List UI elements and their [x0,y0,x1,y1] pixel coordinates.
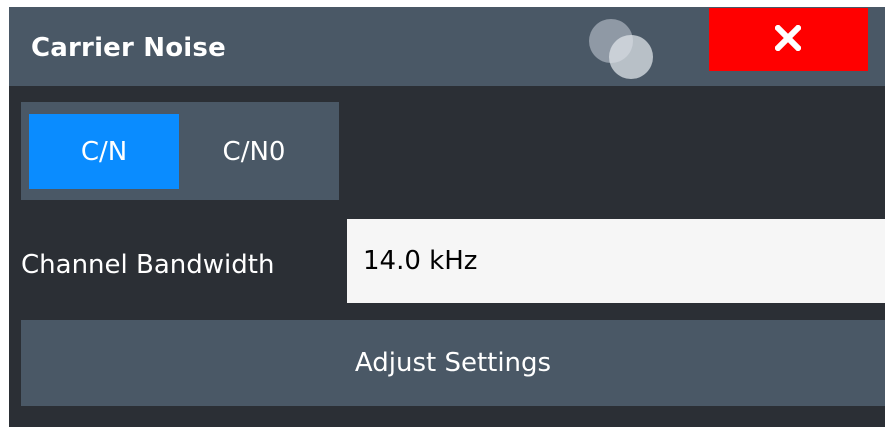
carrier-noise-dialog: Carrier Noise C/N C/N0 Channel Bandwidth… [9,7,885,427]
close-icon [775,25,801,51]
dialog-titlebar[interactable]: Carrier Noise [9,7,885,86]
close-button[interactable] [709,8,868,71]
mode-cn-button[interactable]: C/N [29,114,179,189]
mode-toggle-group: C/N C/N0 [21,102,339,200]
mode-cn0-button[interactable]: C/N0 [179,114,329,189]
dialog-title: Carrier Noise [31,33,226,63]
channel-bandwidth-input[interactable] [347,219,885,303]
adjust-settings-button[interactable]: Adjust Settings [21,320,885,406]
channel-bandwidth-label: Channel Bandwidth [21,250,275,280]
move-handle-icon[interactable] [581,11,661,81]
